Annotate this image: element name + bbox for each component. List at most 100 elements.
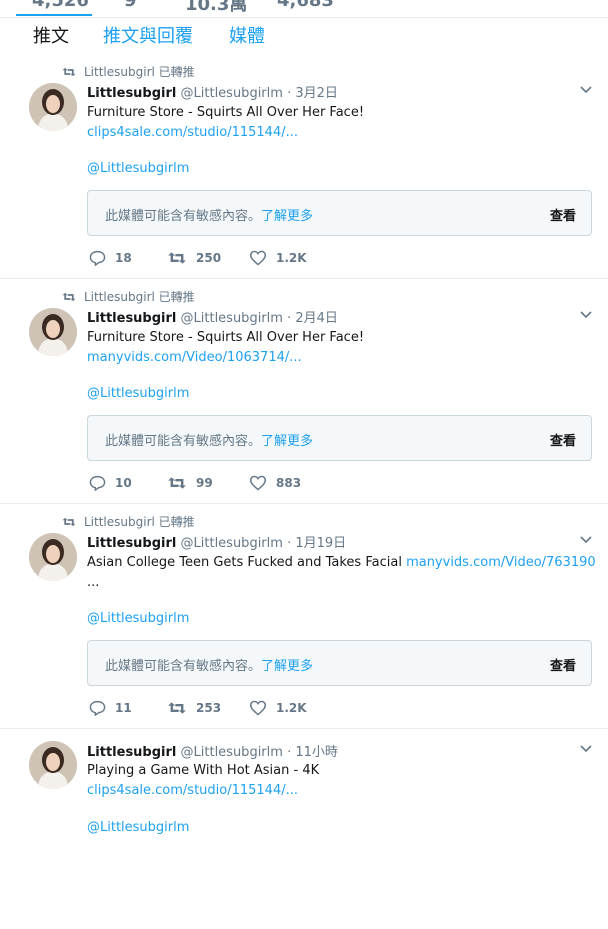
heart-icon [249, 475, 267, 491]
author-name[interactable]: Littlesubgirl [87, 86, 176, 101]
following-count[interactable]: 9 [124, 0, 137, 11]
avatar[interactable] [29, 741, 77, 789]
tweet-ellipsis: ... [87, 575, 100, 590]
tweet-mention[interactable]: @Littlesubgirlm [87, 820, 189, 835]
retweet-context: Littlesubgirl 已轉推 [62, 63, 195, 80]
tweet-text: Furniture Store - Squirts All Over Her F… [87, 328, 595, 368]
retweet-icon [168, 702, 186, 714]
view-media-button[interactable]: 查看 [550, 430, 576, 449]
sensitive-media-notice: 此媒體可能含有敏感內容。了解更多 查看 [87, 190, 592, 236]
author-name[interactable]: Littlesubgirl [87, 536, 176, 551]
avatar[interactable] [29, 533, 77, 581]
tweet-link[interactable]: manyvids.com/Video/763190/A... [406, 555, 595, 570]
retweeted-by-label[interactable]: Littlesubgirl 已轉推 [84, 513, 195, 530]
tweet-header: Littlesubgirl @Littlesubgirlm · 1月19日 [87, 532, 346, 551]
tweet-actions: 11 253 1.2K [89, 700, 389, 720]
sensitive-message: 此媒體可能含有敏感內容。 [105, 659, 262, 674]
reply-button[interactable]: 10 [89, 475, 132, 491]
view-media-button[interactable]: 查看 [550, 655, 576, 674]
tweet-link[interactable]: clips4sale.com/studio/115144/... [87, 781, 595, 801]
retweeted-by-label[interactable]: Littlesubgirl 已轉推 [84, 288, 195, 305]
avatar[interactable] [29, 83, 77, 131]
chevron-down-icon[interactable] [580, 536, 592, 544]
learn-more-link[interactable]: 了解更多 [261, 209, 313, 224]
retweet-count: 253 [196, 701, 222, 715]
sensitive-media-notice: 此媒體可能含有敏感內容。了解更多 查看 [87, 640, 592, 686]
like-button[interactable]: 1.2K [249, 700, 307, 716]
chevron-down-icon[interactable] [580, 311, 592, 319]
sensitive-media-notice: 此媒體可能含有敏感內容。了解更多 查看 [87, 415, 592, 461]
tweet-text: Asian College Teen Gets Fucked and Takes… [87, 553, 595, 593]
tweet-link[interactable]: clips4sale.com/studio/115144/... [87, 123, 595, 143]
tweet-body: Asian College Teen Gets Fucked and Takes… [87, 555, 407, 570]
author-handle[interactable]: @Littlesubgirlm [181, 745, 283, 760]
reply-button[interactable]: 18 [89, 250, 132, 266]
profile-tabs: 推文 推文與回覆 媒體 [0, 17, 608, 55]
tweet-actions: 10 99 883 [89, 475, 389, 495]
retweet-button[interactable]: 99 [167, 475, 213, 491]
sensitive-message: 此媒體可能含有敏感內容。 [105, 434, 262, 449]
tweet-mention[interactable]: @Littlesubgirlm [87, 611, 189, 626]
tweet-time[interactable]: · 1月19日 [287, 536, 346, 551]
tweet-item[interactable]: Littlesubgirl 已轉推 Littlesubgirl @Littles… [0, 504, 608, 729]
tweet-item[interactable]: Littlesubgirl 已轉推 Littlesubgirl @Littles… [0, 279, 608, 504]
view-media-button[interactable]: 查看 [550, 205, 576, 224]
tweet-time[interactable]: · 2月4日 [287, 311, 338, 326]
reply-icon [89, 475, 106, 491]
active-stat-indicator [16, 14, 92, 16]
tweet-item[interactable]: Littlesubgirl @Littlesubgirlm · 11小時 Pla… [0, 729, 608, 929]
tweets-count[interactable]: 4,526 [32, 0, 89, 11]
tweet-header: Littlesubgirl @Littlesubgirlm · 3月2日 [87, 82, 338, 101]
retweet-icon [168, 477, 186, 489]
tweet-body: Furniture Store - Squirts All Over Her F… [87, 330, 365, 345]
tweet-body: Playing a Game With Hot Asian - 4K [87, 763, 320, 778]
author-handle[interactable]: @Littlesubgirlm [181, 311, 283, 326]
learn-more-link[interactable]: 了解更多 [261, 659, 313, 674]
tweet-time[interactable]: · 3月2日 [287, 86, 338, 101]
reply-count: 11 [115, 701, 132, 715]
retweet-icon [62, 292, 76, 301]
tweet-text: Furniture Store - Squirts All Over Her F… [87, 103, 595, 143]
retweet-context: Littlesubgirl 已轉推 [62, 513, 195, 530]
tweet-mention[interactable]: @Littlesubgirlm [87, 161, 189, 176]
author-handle[interactable]: @Littlesubgirlm [181, 86, 283, 101]
retweet-context: Littlesubgirl 已轉推 [62, 288, 195, 305]
tweet-link[interactable]: manyvids.com/Video/1063714/... [87, 348, 595, 368]
tweet-time[interactable]: · 11小時 [287, 745, 338, 760]
retweet-button[interactable]: 253 [167, 700, 221, 716]
like-button[interactable]: 883 [249, 475, 301, 491]
like-button[interactable]: 1.2K [249, 250, 307, 266]
retweet-count: 99 [196, 476, 213, 490]
avatar[interactable] [29, 308, 77, 356]
followers-count[interactable]: 10.3萬 [185, 0, 247, 16]
reply-count: 10 [115, 476, 132, 490]
likes-count[interactable]: 4,683 [277, 0, 334, 11]
reply-button[interactable]: 11 [89, 700, 132, 716]
tab-media[interactable]: 媒體 [229, 22, 265, 48]
like-count: 1.2K [276, 251, 307, 265]
heart-icon [249, 250, 267, 266]
retweet-button[interactable]: 250 [167, 250, 221, 266]
reply-icon [89, 250, 106, 266]
tweet-mention[interactable]: @Littlesubgirlm [87, 386, 189, 401]
timeline: Littlesubgirl 已轉推 Littlesubgirl @Littles… [0, 54, 608, 929]
author-name[interactable]: Littlesubgirl [87, 311, 176, 326]
tweet-item[interactable]: Littlesubgirl 已轉推 Littlesubgirl @Littles… [0, 54, 608, 279]
tab-tweets-and-replies[interactable]: 推文與回覆 [103, 22, 193, 48]
profile-stats-bar: 4,526 9 10.3萬 4,683 [0, 0, 608, 16]
retweeted-by-label[interactable]: Littlesubgirl 已轉推 [84, 63, 195, 80]
tweet-text: Playing a Game With Hot Asian - 4K clips… [87, 761, 595, 801]
tweet-header: Littlesubgirl @Littlesubgirlm · 11小時 [87, 741, 338, 760]
retweet-icon [62, 67, 76, 76]
retweet-icon [168, 252, 186, 264]
author-name[interactable]: Littlesubgirl [87, 745, 176, 760]
learn-more-link[interactable]: 了解更多 [261, 434, 313, 449]
tweet-header: Littlesubgirl @Littlesubgirlm · 2月4日 [87, 307, 338, 326]
tab-tweets[interactable]: 推文 [33, 22, 69, 48]
reply-count: 18 [115, 251, 132, 265]
author-handle[interactable]: @Littlesubgirlm [181, 536, 283, 551]
chevron-down-icon[interactable] [580, 745, 592, 753]
sensitive-message: 此媒體可能含有敏感內容。 [105, 209, 262, 224]
chevron-down-icon[interactable] [580, 86, 592, 94]
retweet-count: 250 [196, 251, 222, 265]
